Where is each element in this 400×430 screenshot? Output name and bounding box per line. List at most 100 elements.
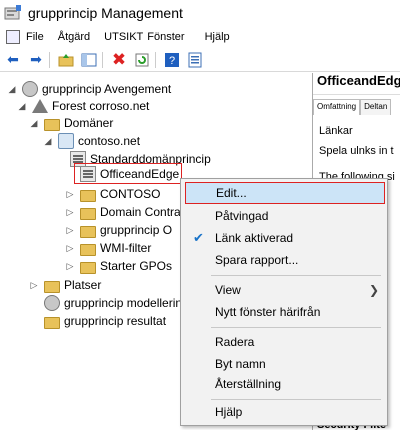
starter-folder-icon xyxy=(80,261,96,274)
help-label: Hjälp xyxy=(215,405,243,419)
view-label: View xyxy=(215,283,241,297)
collapse-arrow-icon[interactable]: ◢ xyxy=(42,136,54,147)
back-arrow-icon[interactable]: ⬅ xyxy=(3,50,23,70)
selected-gpo-label: OfficeandEdge xyxy=(100,167,180,181)
wmi-folder-icon xyxy=(80,243,96,256)
modeling-label: grupprincip modellering xyxy=(64,296,189,310)
menu-view[interactable]: UTSIKT xyxy=(104,31,143,43)
collapse-arrow-icon[interactable]: ◢ xyxy=(28,118,40,129)
domain-icon xyxy=(58,133,74,149)
toolbar: ⬅ ➡ ✖ ? xyxy=(0,48,400,72)
tab-details[interactable]: Deltan xyxy=(360,99,392,115)
properties-icon[interactable] xyxy=(185,50,205,70)
tree-domain-label: contoso.net xyxy=(78,134,141,148)
up-folder-icon[interactable] xyxy=(56,50,76,70)
expand-arrow-icon[interactable]: ▷ xyxy=(64,207,76,218)
expand-arrow-icon[interactable]: ▷ xyxy=(28,280,40,291)
starter-label: Starter GPOs xyxy=(100,259,173,273)
help-icon[interactable]: ? xyxy=(162,50,182,70)
menu-item-edit[interactable]: Edit... xyxy=(185,182,385,204)
menu-bar: File Åtgärd UTSIKT Fönster Hjälp xyxy=(0,26,400,48)
tree-gp-results[interactable]: grupprincip resultat xyxy=(44,311,166,331)
contoso-ou-label: CONTOSO xyxy=(100,187,161,201)
delete-label: Radera xyxy=(215,335,255,349)
link-enabled-label: Länk aktiverad xyxy=(215,231,294,245)
menu-help[interactable]: Hjälp xyxy=(205,31,230,43)
tree-starter-gpos[interactable]: ▷ Starter GPOs xyxy=(64,256,172,276)
enforced-label: Påtvingad xyxy=(215,209,269,223)
tree-root-label: grupprincip Avengement xyxy=(42,82,172,96)
svg-text:?: ? xyxy=(169,55,175,67)
menu-separator xyxy=(211,327,381,328)
menu-action[interactable]: Åtgärd xyxy=(58,31,90,43)
checkmark-icon: ✔ xyxy=(193,230,204,245)
tree-wmi-filters[interactable]: ▷ WMI-filter xyxy=(64,238,151,258)
details-title: OfficeandEdge xyxy=(313,73,400,95)
menu-item-delete[interactable]: Radera xyxy=(181,331,387,353)
menu-separator xyxy=(211,399,381,400)
tree-gp-objects[interactable]: ▷ grupprincip O xyxy=(64,220,172,240)
tree-domains-label: Domäner xyxy=(64,116,114,130)
menu-file[interactable]: File xyxy=(26,31,44,43)
show-hide-tree-icon[interactable] xyxy=(79,50,99,70)
ou-folder-icon xyxy=(80,207,96,220)
gpo-link-icon xyxy=(80,166,96,182)
menu-separator xyxy=(211,275,381,276)
menu-window[interactable]: Fönster xyxy=(147,31,184,43)
context-menu: Edit... Påtvingad ✔ Länk aktiverad Spara… xyxy=(180,178,388,426)
document-icon[interactable] xyxy=(6,30,20,44)
wmi-label: WMI-filter xyxy=(100,241,152,255)
menu-item-link-enabled[interactable]: ✔ Länk aktiverad xyxy=(181,227,387,249)
save-report-label: Spara rapport... xyxy=(215,253,299,267)
expand-arrow-icon[interactable]: ▷ xyxy=(64,189,76,200)
tree-selected-gpo[interactable]: OfficeandEdge xyxy=(80,164,179,184)
details-tabs: Omfattning Deltan xyxy=(313,99,392,115)
ou-folder-icon xyxy=(80,189,96,202)
modeling-icon xyxy=(44,295,60,311)
gpmc-root-icon xyxy=(22,81,38,97)
delete-icon[interactable]: ✖ xyxy=(109,50,129,70)
toolbar-separator xyxy=(155,51,156,68)
refresh-label: Återställning xyxy=(215,377,282,391)
tree-contoso-ou[interactable]: ▷ CONTOSO xyxy=(64,184,160,204)
tree-domain[interactable]: ◢ contoso.net xyxy=(42,131,140,151)
expand-arrow-icon[interactable]: ▷ xyxy=(64,243,76,254)
forest-icon xyxy=(32,98,48,114)
gpo-folder-icon xyxy=(80,225,96,238)
forward-arrow-icon[interactable]: ➡ xyxy=(26,50,46,70)
results-label: grupprincip resultat xyxy=(64,314,167,328)
new-window-label: Nytt fönster härifrån xyxy=(215,305,321,319)
menu-item-help[interactable]: Hjälp xyxy=(181,401,387,423)
menu-item-view[interactable]: View ❯ xyxy=(181,279,387,301)
tree-sites[interactable]: ▷ Platser xyxy=(28,275,101,295)
gpmc-app-icon xyxy=(4,4,22,22)
toolbar-separator xyxy=(49,51,50,68)
links-text: Spela ulnks in t xyxy=(319,145,394,157)
domains-folder-icon xyxy=(44,118,60,131)
menu-item-rename[interactable]: Byt namn xyxy=(181,353,387,375)
collapse-arrow-icon[interactable]: ◢ xyxy=(6,84,18,95)
domain-controllers-label: Domain Contra xyxy=(100,205,181,219)
results-icon xyxy=(44,316,60,329)
submenu-chevron-icon: ❯ xyxy=(368,283,379,297)
rename-label: Byt namn xyxy=(215,357,266,371)
edit-label: Edit... xyxy=(216,186,247,200)
expand-arrow-icon[interactable]: ▷ xyxy=(64,225,76,236)
menu-item-enforced[interactable]: Påtvingad xyxy=(181,205,387,227)
refresh-icon[interactable] xyxy=(132,50,152,70)
tree-gp-modeling[interactable]: grupprincip modellering xyxy=(44,293,189,313)
menu-item-save-report[interactable]: Spara rapport... xyxy=(181,249,387,271)
tab-scope[interactable]: Omfattning xyxy=(313,99,361,115)
collapse-arrow-icon[interactable]: ◢ xyxy=(16,101,28,112)
menu-item-refresh[interactable]: Återställning xyxy=(181,373,387,395)
menu-item-new-window[interactable]: Nytt fönster härifrån xyxy=(181,301,387,323)
title-bar: grupprincip Management xyxy=(0,0,400,26)
gp-objects-label: grupprincip O xyxy=(100,223,173,237)
tree-domains[interactable]: ◢ Domäner xyxy=(28,113,113,133)
sites-label: Platser xyxy=(64,278,102,292)
sites-folder-icon xyxy=(44,280,60,293)
links-label: Länkar xyxy=(319,125,353,137)
window-title: grupprincip Management xyxy=(28,5,183,21)
tree-domain-controllers[interactable]: ▷ Domain Contra xyxy=(64,202,181,222)
expand-arrow-icon[interactable]: ▷ xyxy=(64,261,76,272)
